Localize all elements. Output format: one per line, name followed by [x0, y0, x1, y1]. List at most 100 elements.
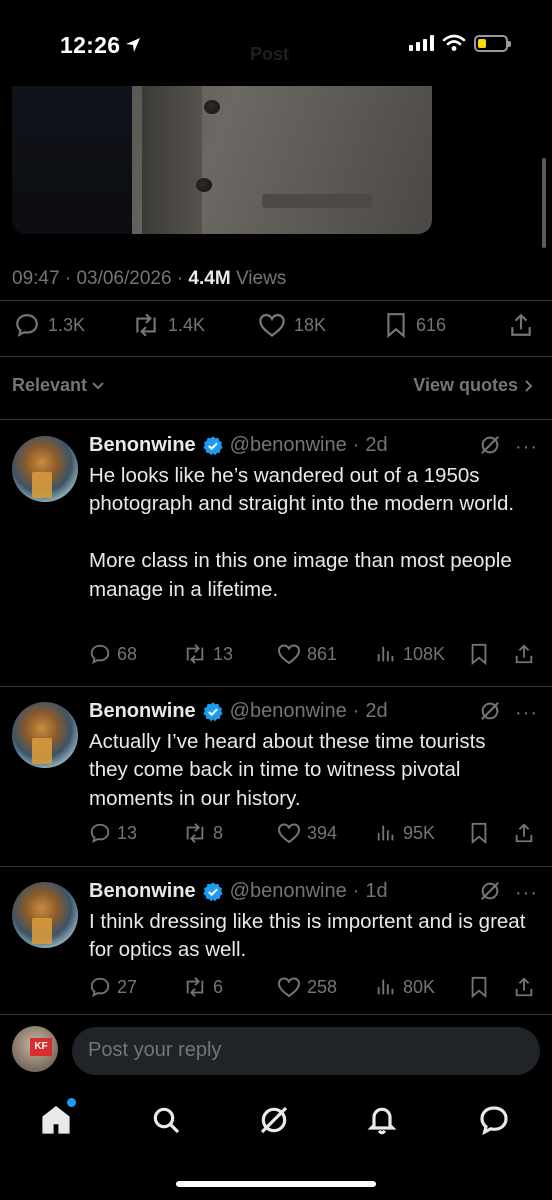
- more-options-icon[interactable]: ···: [515, 882, 538, 905]
- share-button[interactable]: [508, 312, 534, 338]
- grok-icon[interactable]: [479, 700, 501, 727]
- bookmark-button[interactable]: [469, 976, 489, 998]
- repost-button[interactable]: 6: [183, 976, 223, 998]
- sort-dropdown[interactable]: Relevant: [12, 375, 105, 396]
- share-icon: [511, 313, 531, 336]
- post-views-label: Views: [235, 268, 287, 289]
- reply-button[interactable]: 13: [89, 822, 137, 844]
- home-indicator[interactable]: [176, 1181, 376, 1187]
- like-button[interactable]: 861: [277, 643, 337, 665]
- avatar[interactable]: [12, 882, 78, 948]
- status-time: 12:26: [60, 32, 121, 58]
- repost-button[interactable]: 1.4K: [132, 312, 205, 338]
- more-options-icon[interactable]: ···: [515, 702, 538, 725]
- bookmark-icon: [387, 313, 405, 338]
- repost-count: 13: [213, 643, 234, 664]
- separator-dot: ·: [352, 700, 360, 722]
- post-date: 03/06/2026: [76, 268, 172, 289]
- reply-age: 2d: [365, 434, 388, 456]
- composer-avatar[interactable]: KF: [12, 1026, 58, 1072]
- reply-handle[interactable]: @benonwine: [230, 880, 347, 903]
- reply-author-name[interactable]: Benonwine: [89, 880, 196, 903]
- reply-text: I think dressing like this is importent …: [89, 910, 526, 962]
- reply-item[interactable]: Benonwine @benonwine · 1d ··· I think dr…: [0, 880, 552, 1010]
- view-quotes-link[interactable]: View quotes: [413, 375, 534, 396]
- reply-count: 13: [117, 822, 138, 843]
- more-options-icon[interactable]: ···: [515, 436, 538, 459]
- view-quotes-label: View quotes: [413, 375, 518, 395]
- views-count: 95K: [403, 822, 436, 843]
- grok-icon[interactable]: [479, 880, 501, 907]
- tab-messages[interactable]: [476, 1102, 512, 1138]
- repost-button[interactable]: 13: [183, 643, 233, 665]
- reply-icon: [90, 977, 110, 998]
- reply-count: 68: [117, 643, 138, 664]
- analytics-icon: [377, 979, 394, 995]
- post-meta: 09:47 · 03/06/2026 · 4.4M Views: [12, 268, 287, 289]
- repost-button[interactable]: 8: [183, 822, 223, 844]
- reply-age: 1d: [365, 880, 388, 902]
- avatar-badge-text: KF: [30, 1038, 52, 1056]
- status-bar: 12:26 Post: [0, 0, 552, 86]
- grok-icon[interactable]: [479, 434, 501, 461]
- bookmark-icon: [471, 822, 487, 844]
- new-content-dot: [67, 1098, 76, 1107]
- bookmark-icon: [471, 976, 487, 998]
- reply-button[interactable]: 27: [89, 976, 137, 998]
- sort-label: Relevant: [12, 375, 88, 395]
- bookmark-button[interactable]: 616: [384, 312, 446, 338]
- tab-notifications[interactable]: [364, 1102, 400, 1138]
- tab-grok[interactable]: [256, 1102, 292, 1138]
- share-button[interactable]: [513, 643, 535, 665]
- bookmark-button[interactable]: [469, 643, 489, 665]
- cellular-signal-icon: [409, 35, 434, 51]
- battery-level: [478, 38, 486, 48]
- divider: [0, 866, 552, 867]
- reply-item[interactable]: Benonwine @benonwine · 2d ··· Actually I…: [0, 700, 552, 860]
- like-count: 18K: [294, 314, 327, 335]
- reply-input[interactable]: Post your reply: [72, 1027, 540, 1075]
- chevron-down-icon: [92, 381, 104, 389]
- reply-age: 2d: [365, 700, 388, 722]
- avatar[interactable]: [12, 436, 78, 502]
- repost-icon: [136, 313, 156, 337]
- avatar[interactable]: [12, 702, 78, 768]
- status-indicators: [409, 34, 511, 52]
- share-button[interactable]: [513, 822, 535, 844]
- bookmark-icon: [471, 643, 487, 665]
- separator-dot: ·: [352, 434, 360, 456]
- post-views-count[interactable]: 4.4M: [188, 268, 230, 289]
- tab-home[interactable]: [38, 1098, 76, 1138]
- views-button[interactable]: 80K: [375, 976, 435, 998]
- reply-button[interactable]: 68: [89, 643, 137, 665]
- reply-author-name[interactable]: Benonwine: [89, 700, 196, 723]
- like-button[interactable]: 394: [277, 822, 337, 844]
- image-button-top: [204, 100, 220, 114]
- messages-icon: [480, 1106, 508, 1136]
- views-button[interactable]: 108K: [375, 643, 445, 665]
- repost-count: 1.4K: [168, 314, 206, 335]
- reply-handle[interactable]: @benonwine: [230, 434, 347, 457]
- location-arrow-icon: [126, 38, 140, 52]
- reply-button[interactable]: 1.3K: [14, 312, 85, 338]
- post-media-image[interactable]: [12, 84, 432, 234]
- image-lapel: [142, 84, 202, 234]
- reply-action-bar: 68 13 861 108K: [89, 643, 539, 669]
- repost-count: 8: [213, 822, 224, 843]
- reply-author-name[interactable]: Benonwine: [89, 434, 196, 457]
- verified-badge-icon: [203, 435, 223, 455]
- share-button[interactable]: [513, 976, 535, 998]
- search-icon: [153, 1107, 180, 1134]
- tab-search[interactable]: [148, 1102, 184, 1138]
- bookmark-button[interactable]: [469, 822, 489, 844]
- like-button[interactable]: 18K: [258, 312, 326, 338]
- divider: [0, 356, 552, 357]
- scrollbar[interactable]: [542, 158, 546, 248]
- like-button[interactable]: 258: [277, 976, 337, 998]
- home-icon: [42, 1105, 70, 1134]
- reply-header-actions: ···: [479, 700, 538, 727]
- views-button[interactable]: 95K: [375, 822, 435, 844]
- grok-icon: [260, 1106, 288, 1134]
- reply-item[interactable]: Benonwine @benonwine · 2d ··· He looks l…: [0, 434, 552, 684]
- reply-handle[interactable]: @benonwine: [230, 700, 347, 723]
